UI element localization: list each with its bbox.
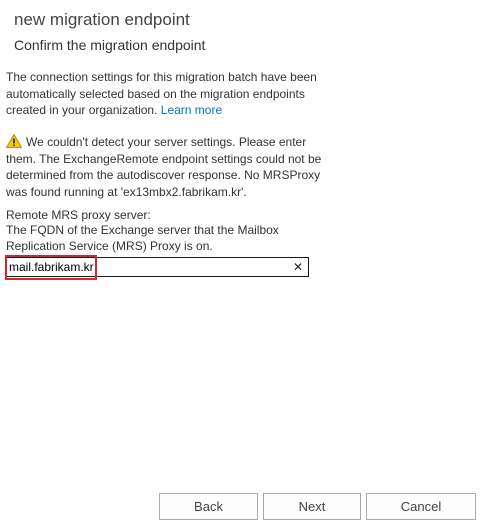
warning-message: We couldn't detect your server settings.… [5,133,336,200]
clear-icon[interactable]: ✕ [293,258,303,276]
mrs-proxy-input[interactable] [6,258,289,276]
warning-triangle-icon [5,133,23,148]
next-button[interactable]: Next [263,493,361,520]
dialog-title: new migration endpoint [14,10,190,29]
warning-text: We couldn't detect your server settings.… [6,135,322,199]
cancel-button[interactable]: Cancel [366,493,476,520]
learn-more-link[interactable]: Learn more [161,103,222,117]
mrs-proxy-description: The FQDN of the Exchange server that the… [6,223,279,253]
intro-text-block: The connection settings for this migrati… [6,69,336,119]
mrs-proxy-input-container: ✕ [5,257,309,277]
dialog-subtitle: Confirm the migration endpoint [14,37,206,53]
back-button[interactable]: Back [159,493,258,520]
